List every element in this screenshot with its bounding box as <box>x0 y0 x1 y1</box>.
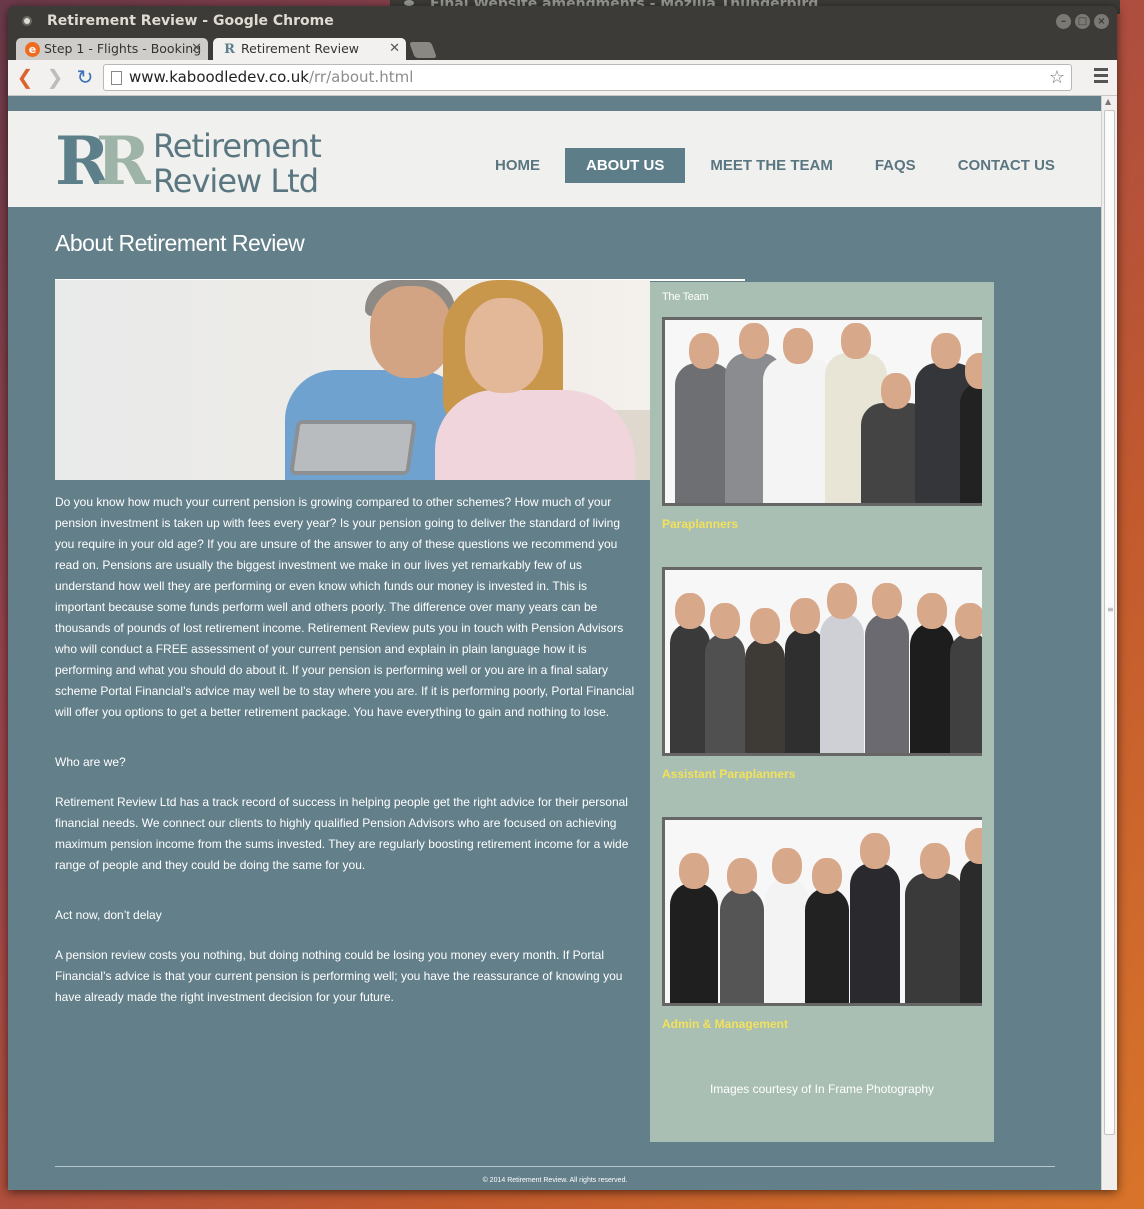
tab-favicon-icon: R <box>224 42 235 57</box>
scrollbar-grip-icon: ≡ <box>1107 605 1114 614</box>
nav-meet-the-team[interactable]: MEET THE TEAM <box>689 148 854 183</box>
tab-retirement-review[interactable]: R Retirement Review ✕ <box>213 38 406 60</box>
tab-flights-booking[interactable]: e Step 1 - Flights - Booking ✕ <box>16 38 208 60</box>
new-tab-button[interactable] <box>409 42 437 58</box>
logo-mark-icon: RR <box>55 122 151 200</box>
page-scrollbar[interactable]: ▲ ≡ <box>1101 96 1117 1190</box>
address-bar[interactable]: www.kaboodledev.co.uk/rr/about.html ☆ <box>103 64 1072 91</box>
back-icon[interactable]: ❮ <box>14 65 36 89</box>
section-heading: Act now, don’t delay <box>55 908 162 922</box>
close-window-icon[interactable]: × <box>1094 14 1109 29</box>
chrome-app-icon <box>22 16 32 26</box>
team-photo-admin-management <box>662 817 982 1006</box>
chrome-window: Retirement Review - Google Chrome – □ × … <box>8 6 1117 1190</box>
intro-paragraph: Do you know how much your current pensio… <box>55 495 635 719</box>
team-caption-paraplanners: Paraplanners <box>662 517 739 531</box>
scroll-up-icon[interactable]: ▲ <box>1105 97 1111 106</box>
nav-faqs[interactable]: FAQS <box>854 148 937 183</box>
about-paragraph: Retirement Review Ltd has a track record… <box>55 795 629 872</box>
url-domain: www.kaboodledev.co.uk <box>129 68 309 86</box>
browser-toolbar: ❮ ❯ ↻ www.kaboodledev.co.uk/rr/about.htm… <box>8 60 1117 96</box>
page-icon <box>111 71 122 85</box>
close-tab-icon[interactable]: ✕ <box>191 38 202 60</box>
url-path: /rr/about.html <box>308 68 414 86</box>
logo-line-2: Review Ltd <box>153 162 319 200</box>
tab-favicon-icon: e <box>25 42 40 57</box>
team-photo-assistant-paraplanners <box>662 567 982 756</box>
maximize-icon[interactable]: □ <box>1075 14 1090 29</box>
nav-contact-us[interactable]: CONTACT US <box>937 148 1076 183</box>
footer-copyright: © 2014 Retirement Review. All rights res… <box>482 1177 628 1184</box>
photo-credit: Images courtesy of In Frame Photography <box>709 1082 935 1096</box>
window-title: Retirement Review - Google Chrome <box>47 13 334 29</box>
top-strip <box>8 96 1101 111</box>
hero-image <box>55 280 650 480</box>
minimize-icon[interactable]: – <box>1056 14 1071 29</box>
team-caption-admin-management: Admin & Management <box>662 1017 789 1031</box>
window-controls: – □ × <box>1056 14 1109 29</box>
cta-paragraph: A pension review costs you nothing, but … <box>55 948 623 1004</box>
forward-icon[interactable]: ❯ <box>44 65 66 89</box>
tab-label: Step 1 - Flights - Booking <box>44 41 202 56</box>
tab-strip: e Step 1 - Flights - Booking ✕ R Retirem… <box>8 36 1117 60</box>
window-titlebar: Retirement Review - Google Chrome – □ × <box>8 6 1117 36</box>
site-header: RR Retirement Review Ltd HOME ABOUT US M… <box>8 111 1101 207</box>
reload-icon[interactable]: ↻ <box>74 65 96 89</box>
footer-divider <box>55 1166 1055 1167</box>
chrome-menu-icon[interactable] <box>1094 68 1108 86</box>
team-photo-paraplanners <box>662 317 982 506</box>
section-heading: Who are we? <box>55 755 126 769</box>
page-title: About Retirement Review <box>55 230 305 256</box>
nav-home[interactable]: HOME <box>474 148 561 183</box>
bookmark-star-icon[interactable]: ☆ <box>1049 65 1065 90</box>
tab-label: Retirement Review <box>241 41 360 56</box>
article-body: Do you know how much your current pensio… <box>55 492 635 1037</box>
logo-line-1: Retirement <box>153 127 322 165</box>
close-tab-icon[interactable]: ✕ <box>389 38 400 60</box>
logo-text: Retirement Review Ltd <box>153 129 333 199</box>
scrollbar-thumb[interactable] <box>1104 110 1115 1135</box>
team-sidebar: The Team Paraplanners Assistant Paraplan… <box>650 282 994 1142</box>
team-caption-assistant-paraplanners: Assistant Paraplanners <box>662 767 796 781</box>
sidebar-title: The Team <box>662 291 709 303</box>
nav-about-us[interactable]: ABOUT US <box>565 148 686 183</box>
page-viewport: RR Retirement Review Ltd HOME ABOUT US M… <box>8 96 1101 1190</box>
main-nav: HOME ABOUT US MEET THE TEAM FAQS CONTACT… <box>474 148 1076 183</box>
